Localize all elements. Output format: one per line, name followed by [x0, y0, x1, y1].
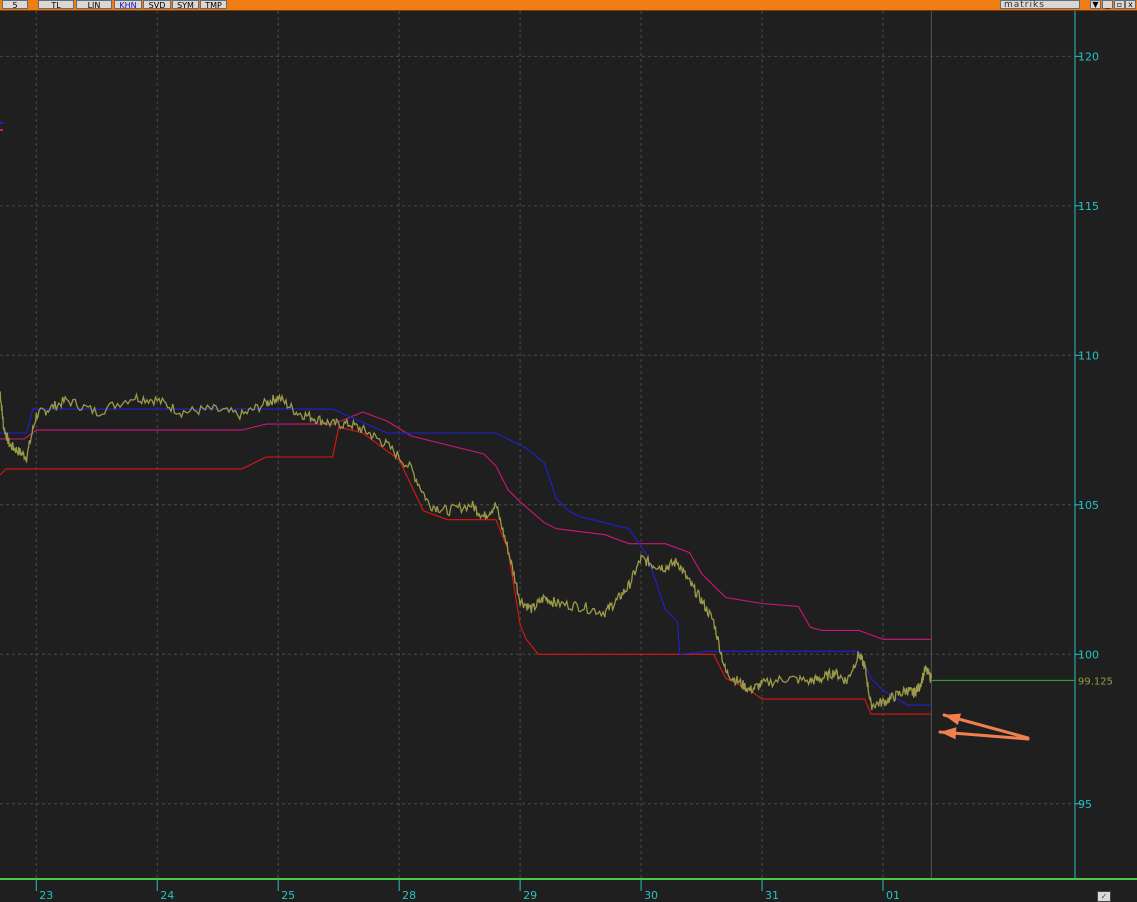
toolbar-button-period[interactable]: 5	[2, 0, 28, 10]
toolbar-button-tmp[interactable]: TMP	[200, 0, 227, 10]
x-tick-label: 28	[402, 889, 416, 902]
toolbar-button-sym[interactable]: SYM	[172, 0, 199, 10]
chart-series	[0, 391, 933, 715]
chart-annotations: 99.125	[0, 122, 1113, 741]
x-tick-label: 31	[765, 889, 779, 902]
y-tick-label: 100	[1078, 648, 1099, 661]
y-tick-label: 105	[1078, 499, 1099, 512]
last-price-label: 99.125	[1078, 676, 1113, 687]
minimize-icon[interactable]: _	[1102, 0, 1113, 9]
price-chart[interactable]: 120 115 110 105 100 95 23 24 25 28 29 30 31 01 99.125	[0, 11, 1137, 902]
close-icon[interactable]: x	[1125, 0, 1136, 9]
x-tick-label: 23	[39, 889, 53, 902]
toolbar: 5 TL LIN KHN SVD SYM TMP matriks ▼ _ ▫ x	[0, 0, 1137, 11]
series-line-magenta	[0, 411, 932, 640]
series-line-blue	[0, 408, 932, 706]
y-tick-label: 95	[1078, 798, 1092, 811]
x-tick-label: 24	[160, 889, 174, 902]
y-tick-label: 115	[1078, 200, 1099, 213]
toolbar-button-lin[interactable]: LIN	[76, 0, 112, 10]
toolbar-button-khn[interactable]: KHN	[114, 0, 142, 10]
chart-axes: 120 115 110 105 100 95 23 24 25 28 29 30 31 01	[0, 11, 1137, 902]
status-icon[interactable]: ✓	[1097, 891, 1111, 902]
dropdown-icon[interactable]: ▼	[1090, 0, 1101, 9]
chart-grid	[0, 11, 1075, 879]
x-tick-label: 01	[886, 889, 900, 902]
toolbar-button-tl[interactable]: TL	[38, 0, 74, 10]
series-line-red	[0, 426, 932, 715]
x-tick-label: 25	[281, 889, 295, 902]
y-tick-label: 110	[1078, 349, 1099, 362]
toolbar-button-svd[interactable]: SVD	[143, 0, 171, 10]
x-tick-label: 30	[644, 889, 658, 902]
restore-icon[interactable]: ▫	[1114, 0, 1125, 9]
x-tick-label: 29	[523, 889, 537, 902]
brand-logo: matriks	[1000, 0, 1080, 10]
y-tick-label: 120	[1078, 50, 1099, 63]
series-line-price	[0, 391, 933, 711]
bottom-strip	[0, 878, 1137, 880]
